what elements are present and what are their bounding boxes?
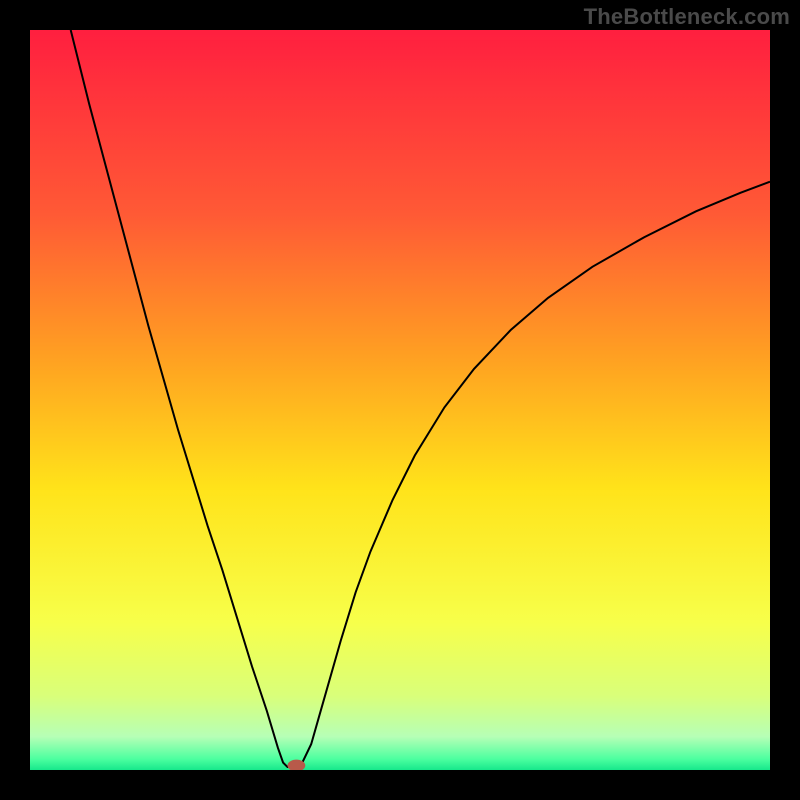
chart-svg: [30, 30, 770, 770]
plot-background: [30, 30, 770, 770]
plot-area: [30, 30, 770, 770]
chart-frame: TheBottleneck.com: [0, 0, 800, 800]
watermark-label: TheBottleneck.com: [584, 4, 790, 30]
